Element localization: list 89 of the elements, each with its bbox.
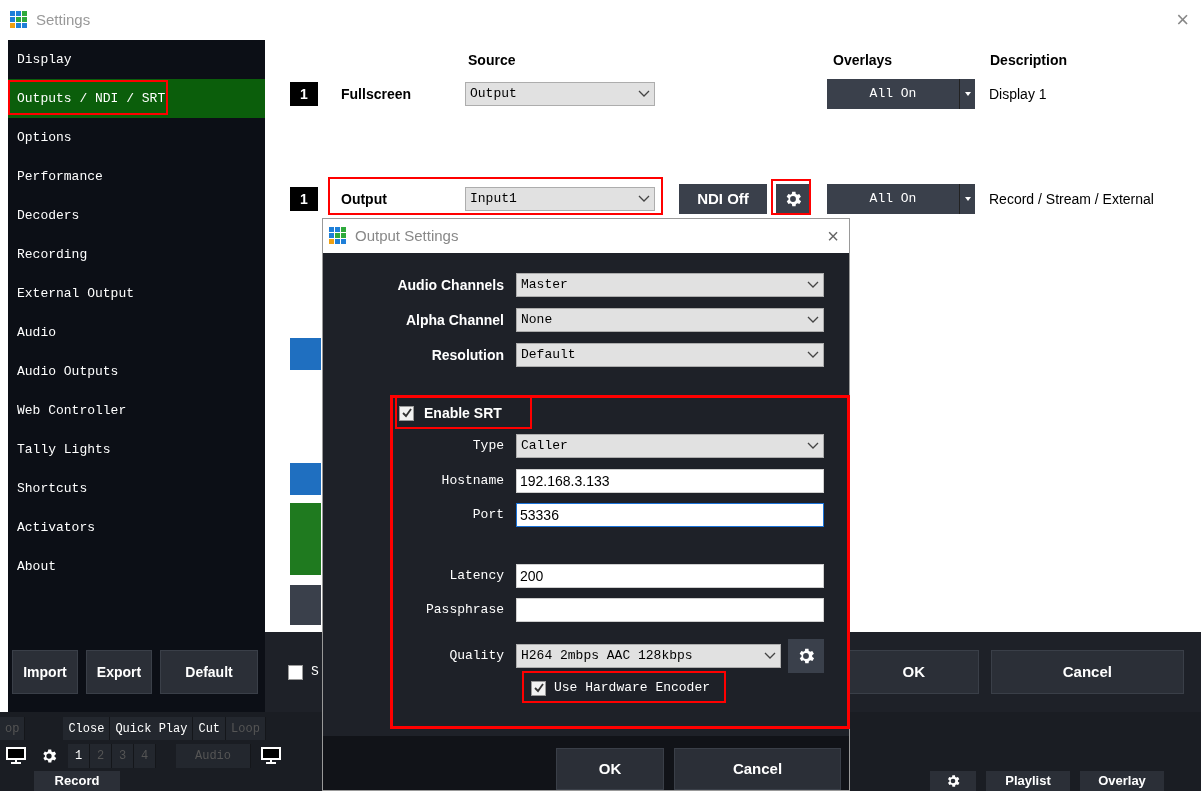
gear-icon bbox=[945, 773, 961, 789]
chevron-down-icon bbox=[807, 351, 819, 359]
caret-icon bbox=[964, 92, 971, 96]
sidebar-item[interactable]: Decoders bbox=[8, 196, 265, 235]
toolbar-button[interactable]: Close bbox=[63, 717, 111, 740]
sidebar-button[interactable]: Import bbox=[12, 650, 78, 694]
caret-icon bbox=[964, 197, 971, 201]
toolbar-button[interactable]: Playlist bbox=[986, 771, 1070, 791]
dropdown[interactable]: Output bbox=[465, 82, 655, 106]
ndi-button[interactable]: NDI Off bbox=[679, 184, 767, 214]
monitor-icon bbox=[261, 747, 281, 765]
toolbar-button[interactable]: Overlay bbox=[1080, 771, 1164, 791]
chevron-down-icon bbox=[807, 281, 819, 289]
chevron-down-icon bbox=[638, 90, 650, 98]
toolbar-button[interactable]: 1 bbox=[68, 744, 90, 768]
app-logo-icon bbox=[329, 227, 347, 245]
sidebar-item[interactable]: Audio bbox=[8, 313, 265, 352]
number-badge: 1 bbox=[290, 187, 318, 211]
sidebar-item[interactable]: Display bbox=[8, 40, 265, 79]
field-label: Passphrase bbox=[425, 601, 505, 620]
window-title: Settings bbox=[36, 9, 91, 30]
field-label: Alpha Channel bbox=[405, 310, 505, 330]
field-label: Audio Channels bbox=[396, 275, 505, 295]
sidebar-item[interactable]: Outputs / NDI / SRT bbox=[8, 79, 265, 118]
sidebar-item[interactable]: Tally Lights bbox=[8, 430, 265, 469]
checkbox-label: Use Hardware Encoder bbox=[554, 679, 711, 698]
field-label: Port bbox=[471, 506, 505, 525]
field-label: Quality bbox=[448, 647, 505, 666]
input-field[interactable]: 192.168.3.133 bbox=[516, 469, 824, 493]
sidebar-item[interactable]: Options bbox=[8, 118, 265, 157]
sidebar-item[interactable]: Recording bbox=[8, 235, 265, 274]
sidebar-item[interactable]: Shortcuts bbox=[8, 469, 265, 508]
ok-button[interactable]: OK bbox=[556, 748, 664, 790]
chevron-down-icon bbox=[807, 442, 819, 450]
settings-button[interactable] bbox=[788, 639, 824, 673]
field-label: Latency bbox=[448, 567, 505, 586]
output-description: Display 1 bbox=[989, 84, 1047, 104]
sidebar-item[interactable]: About bbox=[8, 547, 265, 586]
app-logo-icon bbox=[10, 11, 28, 29]
cancel-button[interactable]: Cancel bbox=[990, 650, 1184, 694]
close-button[interactable]: × bbox=[1176, 9, 1189, 31]
field-label: Resolution bbox=[430, 345, 505, 365]
settings-button[interactable] bbox=[930, 771, 976, 791]
dropdown[interactable]: None bbox=[516, 308, 824, 332]
sidebar-item[interactable]: Performance bbox=[8, 157, 265, 196]
sidebar-item[interactable]: Web Controller bbox=[8, 391, 265, 430]
input-field[interactable]: 53336 bbox=[516, 503, 824, 527]
column-header: Overlays bbox=[833, 51, 893, 70]
toolbar-button[interactable]: Record bbox=[34, 771, 120, 791]
dropdown[interactable]: H264 2mbps AAC 128kbps bbox=[516, 644, 781, 668]
dropdown[interactable]: Caller bbox=[516, 434, 824, 458]
sidebar-item[interactable]: Activators bbox=[8, 508, 265, 547]
field-label: Hostname bbox=[440, 472, 505, 491]
field-label: Type bbox=[471, 437, 505, 456]
output-name: Fullscreen bbox=[341, 84, 413, 104]
dropdown[interactable]: Input1 bbox=[465, 187, 655, 211]
chevron-down-icon bbox=[638, 195, 650, 203]
partial-tile bbox=[290, 503, 321, 575]
cancel-button[interactable]: Cancel bbox=[674, 748, 841, 790]
checkbox-label: S bbox=[311, 663, 319, 682]
checkbox[interactable] bbox=[288, 664, 303, 680]
sidebar-button[interactable]: Default bbox=[160, 650, 258, 694]
checkbox-label: Enable SRT bbox=[424, 403, 502, 423]
input-field[interactable] bbox=[516, 598, 824, 622]
checkbox[interactable] bbox=[531, 680, 546, 696]
close-button[interactable]: × bbox=[827, 226, 839, 246]
output-name: Output bbox=[341, 189, 388, 209]
dropdown[interactable]: Master bbox=[516, 273, 824, 297]
sidebar-item[interactable]: External Output bbox=[8, 274, 265, 313]
overlays-dropdown[interactable]: All On bbox=[827, 79, 975, 109]
settings-button[interactable] bbox=[776, 184, 810, 214]
number-badge: 1 bbox=[290, 82, 318, 106]
toolbar-button[interactable]: Quick Play bbox=[110, 717, 194, 740]
chevron-down-icon bbox=[764, 652, 776, 660]
column-header: Description bbox=[990, 51, 1067, 70]
input-field[interactable]: 200 bbox=[516, 564, 824, 588]
toolbar-button[interactable]: Cut bbox=[193, 717, 227, 740]
column-header: Source bbox=[468, 51, 516, 70]
dialog-title: Output Settings bbox=[355, 225, 459, 246]
checkbox[interactable] bbox=[399, 405, 414, 421]
highlight-frame bbox=[771, 179, 811, 215]
chevron-down-icon bbox=[807, 316, 819, 324]
dropdown[interactable]: Default bbox=[516, 343, 824, 367]
sidebar-item[interactable]: Audio Outputs bbox=[8, 352, 265, 391]
monitor-icon bbox=[6, 747, 26, 765]
sidebar-button[interactable]: Export bbox=[86, 650, 152, 694]
output-description: Record / Stream / External bbox=[989, 189, 1154, 209]
overlays-dropdown[interactable]: All On bbox=[827, 184, 975, 214]
ok-button[interactable]: OK bbox=[848, 650, 979, 694]
